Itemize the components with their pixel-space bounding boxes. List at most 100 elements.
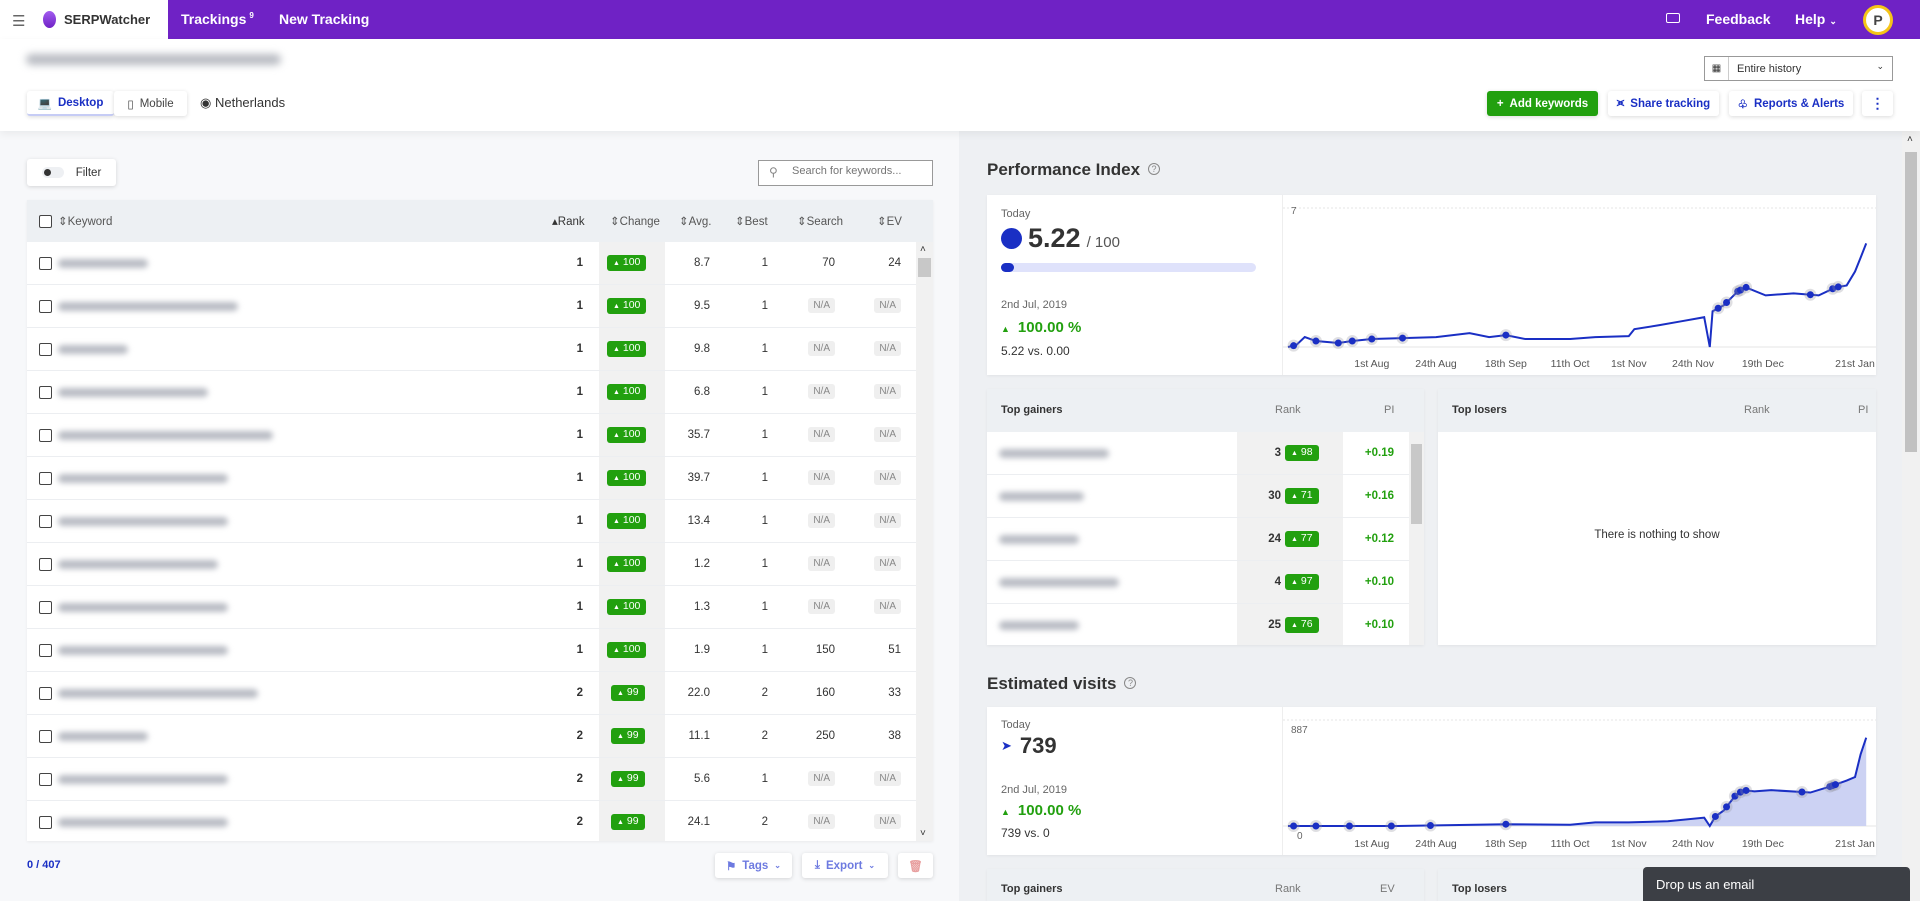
gainer-row[interactable]: 25 ▲ 76 +0.10 — [987, 604, 1409, 645]
help-icon[interactable]: ? — [1124, 677, 1137, 689]
table-row[interactable]: 1 ▲ 100 35.7 1 N/A N/A — [27, 414, 916, 457]
search-input[interactable] — [792, 165, 927, 177]
row-checkbox[interactable] — [39, 343, 52, 356]
scroll-down-icon[interactable]: ˅ — [920, 828, 926, 839]
keyword-blurred[interactable] — [58, 646, 228, 655]
scrollbar-thumb[interactable] — [1905, 152, 1917, 452]
row-checkbox[interactable] — [39, 601, 52, 614]
x-tick-label: 11th Oct — [1551, 838, 1590, 850]
keyword-blurred[interactable] — [58, 302, 238, 311]
keyword-blurred[interactable] — [58, 517, 228, 526]
row-checkbox[interactable] — [39, 386, 52, 399]
pi-progress-fill — [1001, 263, 1015, 272]
table-row[interactable]: 1 ▲ 100 9.5 1 N/A N/A — [27, 285, 916, 328]
keyboard-icon[interactable] — [1666, 13, 1680, 23]
keyword-blurred[interactable] — [58, 259, 148, 268]
table-row[interactable]: 1 ▲ 100 8.7 1 70 24 — [27, 242, 916, 285]
gainer-row[interactable]: 4 ▲ 97 +0.10 — [987, 561, 1409, 604]
keyword-blurred[interactable] — [58, 775, 228, 784]
table-row[interactable]: 2 ▲ 99 24.1 2 N/A N/A — [27, 801, 916, 841]
x-tick-label: 24th Aug — [1415, 358, 1457, 370]
nav-new-tracking[interactable]: New Tracking — [279, 11, 369, 27]
col-change[interactable]: ⇕Change — [610, 214, 660, 228]
keyword-blurred[interactable] — [58, 560, 218, 569]
more-options-icon[interactable]: ⋮ — [1862, 91, 1893, 116]
keyword-blurred[interactable] — [58, 603, 228, 612]
tracking-domain-blurred[interactable] — [26, 54, 281, 65]
col-ev[interactable]: ⇕EV — [877, 214, 902, 228]
row-checkbox[interactable] — [39, 730, 52, 743]
keyword-blurred[interactable] — [58, 689, 258, 698]
ev-value: N/A — [874, 384, 901, 399]
row-checkbox[interactable] — [39, 257, 52, 270]
keyword-blurred[interactable] — [58, 345, 128, 354]
table-row[interactable]: 1 ▲ 100 1.2 1 N/A N/A — [27, 543, 916, 586]
table-row[interactable]: 1 ▲ 100 1.9 1 150 51 — [27, 629, 916, 672]
keyword-search[interactable]: ⚲ — [758, 160, 933, 186]
col-avg[interactable]: ⇕Avg. — [679, 214, 711, 228]
col-rank[interactable]: ▴Rank — [552, 214, 585, 228]
nav-help[interactable]: Help ⌄ — [1795, 11, 1837, 27]
keyword-blurred[interactable] — [58, 431, 273, 440]
row-checkbox[interactable] — [39, 558, 52, 571]
nav-trackings[interactable]: Trackings 9 — [181, 11, 254, 27]
table-row[interactable]: 2 ▲ 99 5.6 1 N/A N/A — [27, 758, 916, 801]
keyword-blurred[interactable] — [58, 818, 228, 827]
email-widget[interactable]: Drop us an email — [1643, 867, 1910, 901]
scrollbar-thumb[interactable] — [918, 258, 931, 277]
keyword-blurred[interactable] — [58, 388, 208, 397]
rank-value: 1 — [576, 343, 583, 355]
row-checkbox[interactable] — [39, 472, 52, 485]
col-best[interactable]: ⇕Best — [735, 214, 768, 228]
row-checkbox[interactable] — [39, 687, 52, 700]
reports-alerts-button[interactable]: ♧ Reports & Alerts — [1729, 91, 1853, 116]
col-ev-label: EV — [886, 216, 902, 228]
gainer-row[interactable]: 24 ▲ 77 +0.12 — [987, 518, 1409, 561]
scrollbar-thumb[interactable] — [1411, 444, 1422, 524]
row-checkbox[interactable] — [39, 773, 52, 786]
row-checkbox[interactable] — [39, 644, 52, 657]
keyword-blurred[interactable] — [58, 474, 228, 483]
tab-desktop[interactable]: 💻 Desktop — [27, 91, 114, 116]
hamburger-menu-icon[interactable]: ☰ — [12, 12, 25, 30]
app-name[interactable]: SERPWatcher — [64, 12, 150, 27]
col-keyword[interactable]: ⇕Keyword — [58, 214, 112, 228]
nav-feedback[interactable]: Feedback — [1706, 11, 1771, 27]
toggle-switch[interactable] — [41, 167, 64, 178]
add-keywords-button[interactable]: + Add keywords — [1487, 91, 1598, 116]
export-button[interactable]: ⤓ Export ⌄ — [802, 853, 888, 878]
row-checkbox[interactable] — [39, 515, 52, 528]
tags-button[interactable]: ⚑ Tags ⌄ — [715, 853, 792, 878]
gainers-scrollbar[interactable] — [1409, 432, 1424, 645]
gainer-row[interactable]: 3 ▲ 98 +0.19 — [987, 432, 1409, 475]
scroll-up-icon[interactable]: ˄ — [1907, 134, 1913, 145]
gainer-row[interactable]: 30 ▲ 71 +0.16 — [987, 475, 1409, 518]
estimated-visits-label: Estimated visits — [987, 674, 1117, 693]
keyword-blurred[interactable] — [58, 732, 148, 741]
table-row[interactable]: 1 ▲ 100 6.8 1 N/A N/A — [27, 371, 916, 414]
row-checkbox[interactable] — [39, 429, 52, 442]
table-row[interactable]: 2 ▲ 99 11.1 2 250 38 — [27, 715, 916, 758]
page-scrollbar[interactable]: ˄ — [1902, 131, 1920, 901]
table-row[interactable]: 1 ▲ 100 9.8 1 N/A N/A — [27, 328, 916, 371]
table-scrollbar[interactable]: ˄ ˅ — [916, 242, 933, 841]
user-avatar[interactable]: P — [1863, 5, 1893, 35]
data-marker — [1387, 822, 1395, 830]
table-row[interactable]: 1 ▲ 100 39.7 1 N/A N/A — [27, 457, 916, 500]
row-checkbox[interactable] — [39, 300, 52, 313]
data-marker — [1711, 812, 1719, 820]
scroll-up-icon[interactable]: ˄ — [920, 244, 926, 255]
delete-trash-icon[interactable]: 🗑 — [898, 853, 933, 878]
col-search[interactable]: ⇕Search — [797, 214, 843, 228]
row-checkbox[interactable] — [39, 816, 52, 829]
pi-compare: 5.22 vs. 0.00 — [1001, 344, 1070, 358]
table-row[interactable]: 2 ▲ 99 22.0 2 160 33 — [27, 672, 916, 715]
share-tracking-button[interactable]: ⪤ Share tracking — [1608, 91, 1719, 116]
date-range-select[interactable]: ▦ Entire history ⌄ — [1704, 56, 1893, 81]
table-row[interactable]: 1 ▲ 100 13.4 1 N/A N/A — [27, 500, 916, 543]
select-all-checkbox[interactable] — [39, 215, 52, 228]
help-icon[interactable]: ? — [1148, 163, 1161, 175]
tab-mobile[interactable]: ▯ Mobile — [114, 91, 187, 116]
table-row[interactable]: 1 ▲ 100 1.3 1 N/A N/A — [27, 586, 916, 629]
filter-toggle[interactable]: Filter — [27, 159, 116, 186]
